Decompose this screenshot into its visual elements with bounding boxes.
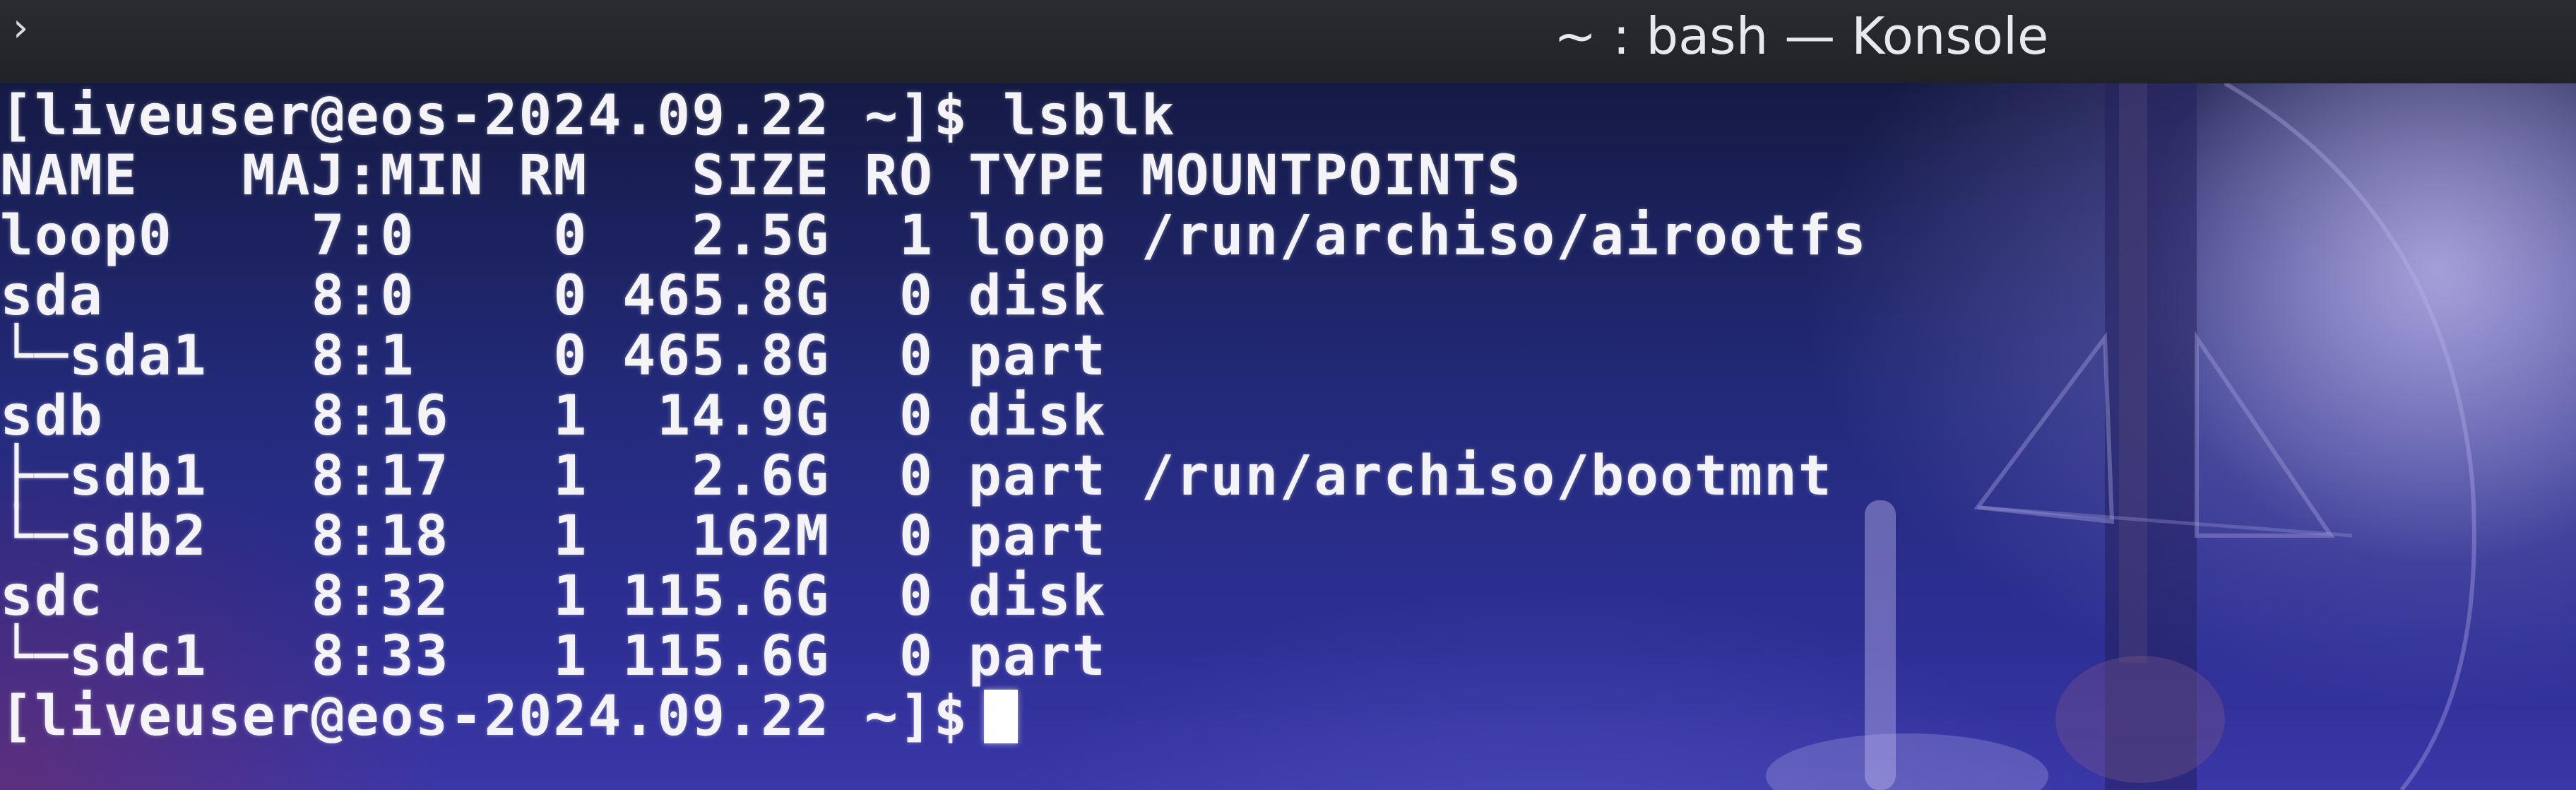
konsole-window: › ~ : bash — Konsole [liveuser@eos-2024.… <box>0 0 2576 790</box>
lsblk-row-sdb: sdb 8:16 1 14.9G 0 disk <box>0 384 1107 448</box>
shell-prompt: [liveuser@eos-2024.09.22 ~]$ <box>0 685 968 748</box>
prompt-line[interactable]: [liveuser@eos-2024.09.22 ~]$ <box>0 687 1868 747</box>
lsblk-row-sdc: sdc 8:32 1 115.6G 0 disk <box>0 565 1107 628</box>
lsblk-header-row: NAME MAJ:MIN RM SIZE RO TYPE MOUNTPOINTS <box>0 144 1522 208</box>
text-cursor[interactable] <box>983 690 1018 743</box>
window-title: ~ : bash — Konsole <box>1554 6 2049 66</box>
chevron-right-icon[interactable]: › <box>13 7 48 49</box>
terminal-output: [liveuser@eos-2024.09.22 ~]$ lsblk NAME … <box>0 86 1868 747</box>
lsblk-row-sdb2: └─sdb2 8:18 1 162M 0 part <box>0 505 1107 568</box>
lsblk-row-loop0: loop0 7:0 0 2.5G 1 loop /run/archiso/air… <box>0 204 1868 268</box>
command-line: [liveuser@eos-2024.09.22 ~]$ lsblk <box>0 84 1176 148</box>
lsblk-row-sda: sda 8:0 0 465.8G 0 disk <box>0 264 1107 328</box>
lsblk-row-sda1: └─sda1 8:1 0 465.8G 0 part <box>0 324 1107 388</box>
terminal-area[interactable]: [liveuser@eos-2024.09.22 ~]$ lsblk NAME … <box>0 83 2576 790</box>
lsblk-row-sdc1: └─sdc1 8:33 1 115.6G 0 part <box>0 625 1107 688</box>
title-bar[interactable]: › ~ : bash — Konsole <box>0 0 2576 85</box>
lsblk-row-sdb1: ├─sdb1 8:17 1 2.6G 0 part /run/archiso/b… <box>0 444 1833 508</box>
